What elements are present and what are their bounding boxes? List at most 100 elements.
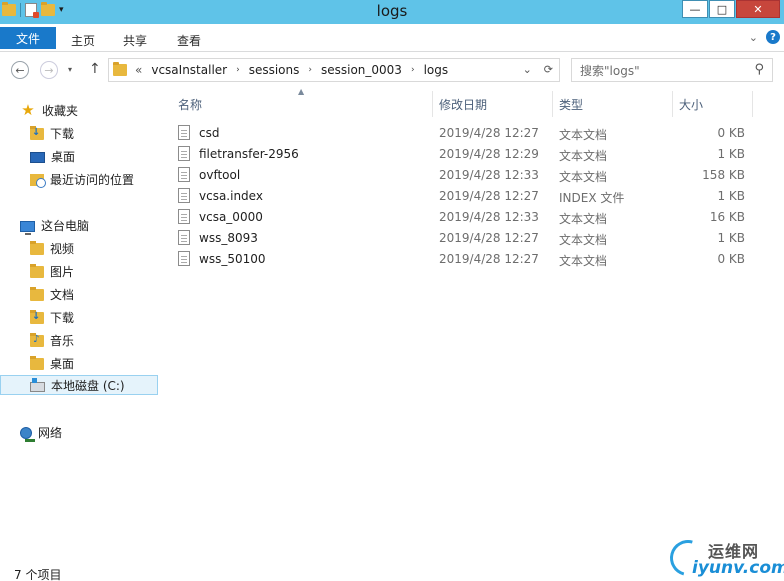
file-name: filetransfer-2956 [199, 147, 299, 161]
back-button[interactable]: ← [11, 61, 29, 79]
file-size: 16 KB [709, 210, 745, 224]
file-date: 2019/4/28 12:27 [439, 231, 539, 245]
sidebar-item-label: 网络 [38, 425, 63, 440]
sidebar-item-label: 这台电脑 [41, 218, 90, 233]
sidebar-item-recent-places[interactable]: 最近访问的位置 [30, 169, 160, 189]
file-row[interactable]: wss_50100 2019/4/28 12:27 文本文档 0 KB [178, 248, 778, 269]
sidebar-item-videos[interactable]: 视频 [30, 238, 160, 258]
watermark-logo: 运维网 iyunv.com [663, 533, 784, 581]
window-title: logs [376, 2, 408, 20]
file-row[interactable]: vcsa.index 2019/4/28 12:27 INDEX 文件 1 KB [178, 185, 778, 206]
breadcrumb-vcsainstaller[interactable]: vcsaInstaller [151, 63, 227, 77]
search-input[interactable]: 搜索"logs" ⚲ [571, 58, 773, 82]
help-icon[interactable]: ? [766, 30, 780, 44]
file-type: 文本文档 [559, 233, 608, 247]
breadcrumb-logs[interactable]: logs [424, 63, 449, 77]
file-type: 文本文档 [559, 254, 608, 268]
expand-ribbon-icon[interactable]: ⌄ [749, 31, 758, 44]
music-folder-icon [30, 333, 44, 347]
breadcrumb-separator[interactable]: › [308, 65, 312, 75]
item-count: 7 个项目 [14, 568, 62, 581]
file-name: csd [199, 126, 220, 140]
tab-file[interactable]: 文件 [0, 27, 56, 49]
file-size: 0 KB [717, 252, 745, 266]
star-icon: ★ [21, 101, 35, 119]
downloads-folder-icon [30, 126, 44, 140]
search-icon[interactable]: ⚲ [754, 62, 764, 77]
downloads-folder-icon [30, 310, 44, 324]
file-row[interactable]: filetransfer-2956 2019/4/28 12:29 文本文档 1… [178, 143, 778, 164]
column-header-date[interactable]: 修改日期 [433, 91, 553, 117]
column-header-name[interactable]: 名称 [160, 91, 433, 117]
minimize-button[interactable]: — [682, 0, 708, 18]
sidebar-item-favorites[interactable]: ★ 收藏夹 [20, 100, 160, 120]
sidebar-item-label: 文档 [50, 287, 75, 302]
text-file-icon [178, 230, 190, 245]
file-name: vcsa.index [199, 189, 263, 203]
documents-folder-icon [30, 287, 44, 301]
file-date: 2019/4/28 12:33 [439, 210, 539, 224]
column-header-type[interactable]: 类型 [553, 91, 673, 117]
sidebar-item-downloads[interactable]: 下载 [30, 123, 160, 143]
ribbon-tabs: 文件 主页 共享 查看 ⌄ ? [0, 24, 784, 52]
address-tail: ⌄ ⟳ [523, 63, 553, 76]
ribbon-right-controls: ⌄ ? [749, 30, 780, 44]
text-file-icon [178, 146, 190, 161]
file-name: vcsa_0000 [199, 210, 263, 224]
sidebar-item-pictures[interactable]: 图片 [30, 261, 160, 281]
file-size: 1 KB [717, 231, 745, 245]
sidebar-item-music[interactable]: 音乐 [30, 330, 160, 350]
navigation-pane: ★ 收藏夹 下载 桌面 最近访问的位置 这台电脑 视频 图片 文档 下载 音乐 … [0, 87, 160, 562]
file-row[interactable]: vcsa_0000 2019/4/28 12:33 文本文档 16 KB [178, 206, 778, 227]
file-row[interactable]: wss_8093 2019/4/28 12:27 文本文档 1 KB [178, 227, 778, 248]
file-row[interactable]: csd 2019/4/28 12:27 文本文档 0 KB [178, 122, 778, 143]
sidebar-item-this-pc[interactable]: 这台电脑 [20, 215, 160, 235]
breadcrumb-separator[interactable]: › [236, 65, 240, 75]
file-type: 文本文档 [559, 212, 608, 226]
file-row[interactable]: ovftool 2019/4/28 12:33 文本文档 158 KB [178, 164, 778, 185]
sidebar-item-label: 收藏夹 [42, 103, 79, 118]
recent-locations-dropdown[interactable]: ▾ [68, 65, 72, 74]
breadcrumb-overflow[interactable]: « [135, 63, 142, 77]
file-name: wss_8093 [199, 231, 258, 245]
sidebar-item-label: 桌面 [51, 149, 76, 164]
sidebar-item-label: 下载 [50, 310, 75, 325]
text-file-icon [178, 125, 190, 140]
up-button[interactable]: ↑ [89, 61, 101, 77]
folder-icon [113, 62, 127, 76]
close-button[interactable]: ✕ [736, 0, 780, 18]
breadcrumb-session-0003[interactable]: session_0003 [321, 63, 402, 77]
address-dropdown-icon[interactable]: ⌄ [523, 63, 532, 76]
sidebar-item-label: 桌面 [50, 356, 75, 371]
watermark-en: iyunv.com [692, 558, 784, 578]
file-type: 文本文档 [559, 170, 608, 184]
desktop-icon [30, 151, 45, 163]
sidebar-item-downloads-pc[interactable]: 下载 [30, 307, 160, 327]
recent-places-icon [30, 174, 46, 188]
column-header-size[interactable]: 大小 [673, 91, 753, 117]
tab-view[interactable]: 查看 [177, 32, 201, 49]
text-file-icon [178, 167, 190, 182]
sidebar-item-label: 音乐 [50, 333, 75, 348]
sidebar-item-desktop[interactable]: 桌面 [30, 146, 160, 166]
sidebar-item-label: 下载 [50, 126, 75, 141]
breadcrumb-separator[interactable]: › [411, 65, 415, 75]
drive-icon [30, 377, 45, 392]
sidebar-item-desktop-pc[interactable]: 桌面 [30, 353, 160, 373]
file-date: 2019/4/28 12:27 [439, 126, 539, 140]
window-controls: — □ ✕ [682, 0, 780, 18]
forward-button[interactable]: → [40, 61, 58, 79]
tab-share[interactable]: 共享 [123, 32, 147, 49]
file-type: 文本文档 [559, 149, 608, 163]
maximize-button[interactable]: □ [709, 0, 735, 18]
tab-home[interactable]: 主页 [71, 32, 95, 49]
refresh-icon[interactable]: ⟳ [544, 63, 553, 76]
address-bar[interactable]: « vcsaInstaller › sessions › session_000… [108, 58, 560, 82]
sidebar-item-documents[interactable]: 文档 [30, 284, 160, 304]
breadcrumb-sessions[interactable]: sessions [249, 63, 300, 77]
sidebar-item-local-disk-c[interactable]: 本地磁盘 (C:) [0, 375, 158, 395]
file-date: 2019/4/28 12:27 [439, 252, 539, 266]
sidebar-item-network[interactable]: 网络 [20, 422, 160, 442]
sidebar-item-label: 本地磁盘 (C:) [51, 378, 125, 393]
file-list: ▲ 名称 修改日期 类型 大小 csd 2019/4/28 12:27 文本文档… [160, 87, 784, 562]
